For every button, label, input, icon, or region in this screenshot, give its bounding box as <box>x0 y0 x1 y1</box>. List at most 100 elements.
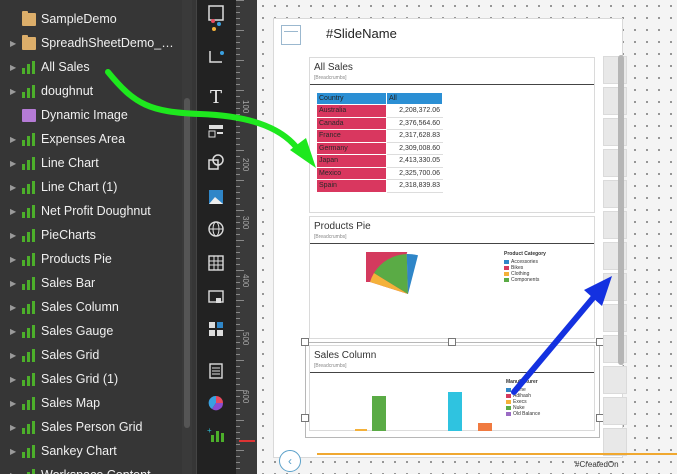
ruler-tick <box>236 354 240 355</box>
resize-handle[interactable] <box>301 338 309 346</box>
ruler-tick <box>236 462 240 463</box>
explorer-item[interactable]: ▶ Sales Grid <box>0 343 180 367</box>
text-icon[interactable]: T <box>205 86 227 108</box>
explorer-item[interactable]: ▶ Workspace Content <box>0 463 180 474</box>
ruler-tick <box>236 276 240 277</box>
bar-icon-bar <box>27 159 30 170</box>
explorer-item[interactable]: ▶ Sankey Chart <box>0 439 180 463</box>
bar-icon-bar <box>32 84 35 98</box>
expand-arrow-icon[interactable]: ▶ <box>10 87 18 96</box>
expand-arrow-icon[interactable]: ▶ <box>10 255 18 264</box>
image-icon[interactable] <box>205 186 227 208</box>
shapes-icon[interactable] <box>205 152 227 174</box>
bar-icon-bar <box>22 355 25 362</box>
explorer-item[interactable]: ▶ Sales Grid (1) <box>0 367 180 391</box>
explorer-item[interactable]: ▶ Sales Gauge <box>0 319 180 343</box>
table-row[interactable]: Australia 2,208,372.06 <box>316 104 443 118</box>
table-row[interactable]: Japan 2,413,330.05 <box>316 154 443 168</box>
ruler-tick <box>236 258 240 259</box>
explorer-item-label: Sales Gauge <box>41 324 114 338</box>
back-arrow-icon[interactable]: ‹ <box>279 450 301 472</box>
table-row[interactable]: Spain 2,318,839.83 <box>316 179 443 193</box>
explorer-item[interactable]: ▶ All Sales <box>0 55 180 79</box>
placeholder-block[interactable] <box>603 366 627 394</box>
expand-arrow-icon[interactable]: ▶ <box>10 471 18 474</box>
expand-arrow-icon[interactable]: ▶ <box>10 447 18 456</box>
explorer-item-label: Sales Person Grid <box>41 420 143 434</box>
bar-icon-bar <box>27 207 30 218</box>
chart-add-icon[interactable]: + <box>205 424 227 446</box>
canvas-scrollbar-thumb[interactable] <box>618 55 624 365</box>
resize-handle[interactable] <box>301 414 309 422</box>
table-row[interactable]: Mexico 2,325,700.06 <box>316 166 443 180</box>
bar-chart-icon <box>22 372 36 386</box>
explorer-item[interactable]: ▶ Net Profit Doughnut <box>0 199 180 223</box>
grid-icon[interactable] <box>205 318 227 340</box>
explorer-item[interactable]: ▶ Line Chart (1) <box>0 175 180 199</box>
explorer-item[interactable]: ▶ Sales Bar <box>0 271 180 295</box>
web-icon[interactable] <box>205 218 227 240</box>
picture-text-icon[interactable] <box>205 120 227 142</box>
products-pie-panel[interactable]: Products Pie [Breadcrumbs] Product Categ… <box>309 216 595 339</box>
explorer-item[interactable]: ▶ Sales Map <box>0 391 180 415</box>
expand-arrow-icon[interactable]: ▶ <box>10 39 18 48</box>
explorer-item[interactable]: ▶ Sales Column <box>0 295 180 319</box>
bar-icon-bar <box>32 276 35 290</box>
expand-arrow-icon[interactable]: ▶ <box>10 135 18 144</box>
panel-title: Products Pie <box>314 221 371 232</box>
expand-arrow-icon[interactable]: ▶ <box>10 303 18 312</box>
sparkle-icon[interactable] <box>205 14 227 36</box>
table-row[interactable]: France 2,317,628.83 <box>316 129 443 143</box>
bar-chart-icon <box>22 252 36 266</box>
column-header-all[interactable]: All <box>386 92 443 105</box>
legend-label: Components <box>511 277 540 283</box>
placeholder-block[interactable] <box>603 397 627 425</box>
design-canvas[interactable]: #SlideName All Sales [Breadcrumbs] Count… <box>257 0 677 474</box>
slide-name: #SlideName <box>326 26 397 41</box>
expand-arrow-icon[interactable]: ▶ <box>10 63 18 72</box>
explorer-item[interactable]: Dynamic Image <box>0 103 180 127</box>
ruler-tick <box>236 216 240 217</box>
legend-swatch <box>504 266 509 270</box>
palette-icon[interactable] <box>205 392 227 414</box>
frame-icon[interactable] <box>205 286 227 308</box>
expand-arrow-icon[interactable]: ▶ <box>10 375 18 384</box>
explorer-item[interactable]: ▶ Sales Person Grid <box>0 415 180 439</box>
ruler-position-marker <box>239 440 255 442</box>
expand-arrow-icon[interactable]: ▶ <box>10 279 18 288</box>
explorer-item[interactable]: SampleDemo <box>0 7 180 31</box>
expand-arrow-icon[interactable]: ▶ <box>10 207 18 216</box>
legend-item[interactable]: Components <box>504 277 546 283</box>
expand-arrow-icon[interactable]: ▶ <box>10 183 18 192</box>
slide[interactable]: #SlideName All Sales [Breadcrumbs] Count… <box>273 18 627 458</box>
explorer-item[interactable]: ▶ Products Pie <box>0 247 180 271</box>
explorer-item[interactable]: ▶ SpreadhSheetDemo_D... <box>0 31 180 55</box>
bar-icon-bar <box>27 255 30 266</box>
explorer-item[interactable]: ▶ Line Chart <box>0 151 180 175</box>
expand-arrow-icon[interactable]: ▶ <box>10 159 18 168</box>
selection-frame[interactable] <box>305 342 600 438</box>
explorer-item[interactable]: ▶ PieCharts <box>0 223 180 247</box>
explorer-item-label: Workspace Content <box>41 468 151 474</box>
expand-arrow-icon[interactable]: ▶ <box>10 231 18 240</box>
table-row[interactable]: Germany 2,309,008.60 <box>316 141 443 155</box>
explorer-scrollbar-thumb[interactable] <box>184 98 190 428</box>
explorer-item[interactable]: ▶ doughnut <box>0 79 180 103</box>
expand-arrow-icon[interactable]: ▶ <box>10 399 18 408</box>
slide-layout-icon[interactable] <box>281 25 301 45</box>
connector-icon[interactable] <box>205 46 227 68</box>
bar-icon-bar <box>27 183 30 194</box>
all-sales-panel[interactable]: All Sales [Breadcrumbs] Country All Aust… <box>309 57 595 213</box>
page-icon[interactable] <box>205 360 227 382</box>
expand-arrow-icon[interactable]: ▶ <box>10 351 18 360</box>
explorer-item[interactable]: ▶ Expenses Area <box>0 127 180 151</box>
resize-handle[interactable] <box>448 338 456 346</box>
expand-arrow-icon[interactable]: ▶ <box>10 423 18 432</box>
column-header-country[interactable]: Country <box>316 92 387 105</box>
expand-arrow-icon[interactable]: ▶ <box>10 327 18 336</box>
explorer-scrollbar[interactable] <box>182 0 192 474</box>
table-row[interactable]: Canada 2,376,564.60 <box>316 116 443 130</box>
ruler-tick <box>236 84 240 85</box>
bar-icon-bar <box>22 331 25 338</box>
table-icon[interactable] <box>205 252 227 274</box>
